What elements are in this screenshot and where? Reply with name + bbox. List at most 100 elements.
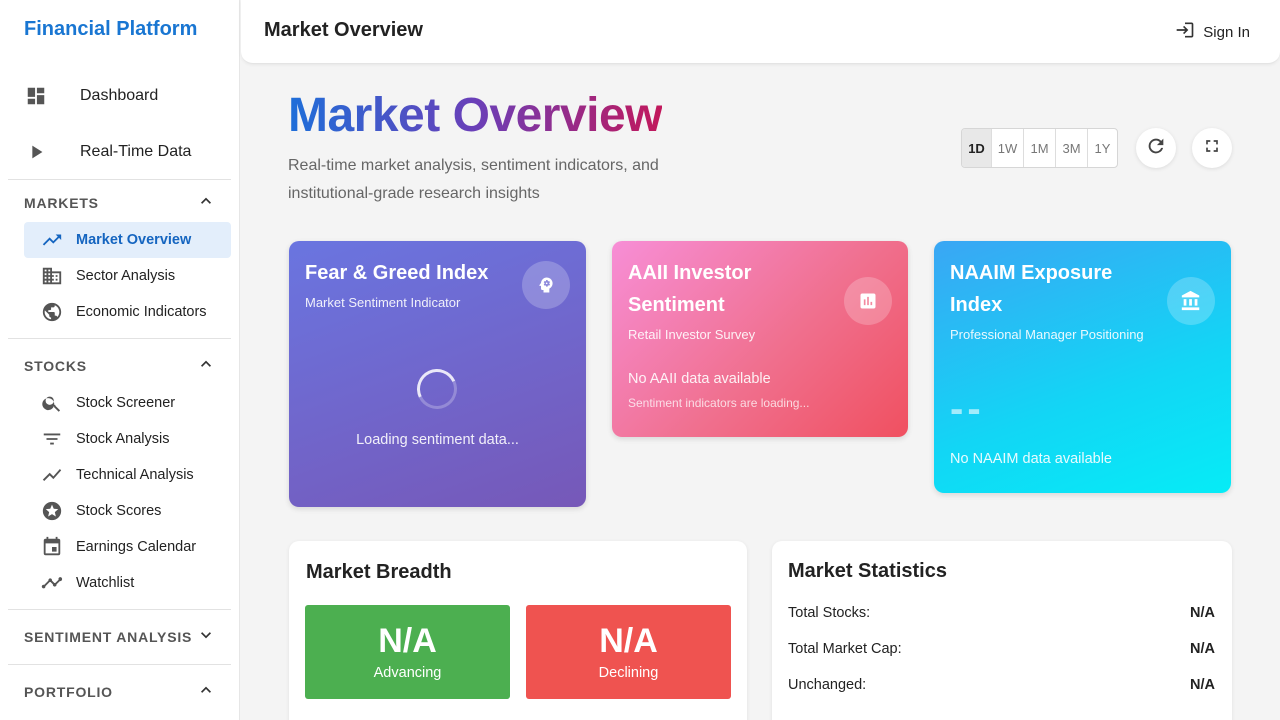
bar-chart-icon xyxy=(844,277,892,325)
sidebar-item-label: Watchlist xyxy=(76,575,135,591)
filter-list-icon xyxy=(40,427,64,451)
psychology-icon xyxy=(522,261,570,309)
stat-value: N/A xyxy=(1190,677,1215,693)
stat-row: Unchanged: N/A xyxy=(788,677,1215,693)
section-markets-toggle[interactable]: MARKETS xyxy=(24,189,216,217)
sidebar: Financial Platform Dashboard Real-Time D… xyxy=(0,0,240,720)
sidebar-item-label: Technical Analysis xyxy=(76,467,194,483)
sidebar-item-economic-indicators[interactable]: Economic Indicators xyxy=(24,294,231,330)
stat-value: N/A xyxy=(1190,605,1215,621)
sidebar-item-label: Stock Scores xyxy=(76,503,162,519)
chevron-up-icon xyxy=(196,354,216,379)
section-title: MARKETS xyxy=(24,195,99,211)
section-sentiment-toggle[interactable]: SENTIMENT ANALYSIS xyxy=(24,623,216,651)
sidebar-item-stock-analysis[interactable]: Stock Analysis xyxy=(24,421,231,457)
market-breadth-panel: Market Breadth N/A Advancing N/A Declini… xyxy=(289,541,747,720)
star-circle-icon xyxy=(40,499,64,523)
naaim-value: -- xyxy=(950,387,985,431)
top-app-bar: Market Overview Sign In xyxy=(241,0,1280,64)
sign-in-button[interactable]: Sign In xyxy=(1175,20,1250,44)
stat-label: Unchanged: xyxy=(788,677,867,693)
fullscreen-button[interactable] xyxy=(1192,128,1232,168)
dashboard-icon xyxy=(24,84,48,108)
section-portfolio-toggle[interactable]: PORTFOLIO xyxy=(24,678,216,706)
declining-value: N/A xyxy=(599,622,658,660)
range-button-1w[interactable]: 1W xyxy=(992,129,1024,167)
calendar-icon xyxy=(40,535,64,559)
loading-text: Loading sentiment data... xyxy=(356,432,519,448)
card-title: NAAIM Exposure Index xyxy=(950,262,1113,316)
declining-label: Declining xyxy=(598,665,659,681)
sidebar-item-market-overview[interactable]: Market Overview xyxy=(24,222,231,258)
nav-item-label: Real-Time Data xyxy=(80,143,192,160)
range-button-1y[interactable]: 1Y xyxy=(1088,129,1117,167)
login-icon xyxy=(1175,20,1195,44)
section-title: SENTIMENT ANALYSIS xyxy=(24,629,193,645)
show-chart-icon xyxy=(40,463,64,487)
sidebar-item-label: Economic Indicators xyxy=(76,304,207,320)
bank-icon xyxy=(1167,277,1215,325)
globe-icon xyxy=(40,300,64,324)
chevron-down-icon xyxy=(196,625,216,650)
sidebar-item-stock-scores[interactable]: Stock Scores xyxy=(24,493,231,529)
building-icon xyxy=(40,264,64,288)
divider xyxy=(8,609,231,610)
panel-title: Market Statistics xyxy=(788,560,947,582)
advancing-value: N/A xyxy=(378,622,437,660)
brand-logo[interactable]: Financial Platform xyxy=(24,18,197,41)
sidebar-item-watchlist[interactable]: Watchlist xyxy=(24,565,231,601)
stat-value: N/A xyxy=(1190,641,1215,657)
divider xyxy=(8,664,231,665)
sidebar-item-label: Earnings Calendar xyxy=(76,539,197,555)
trending-up-icon xyxy=(40,228,64,252)
chevron-up-icon xyxy=(196,191,216,216)
stat-label: Total Market Cap: xyxy=(788,641,902,657)
divider xyxy=(8,338,231,339)
aaii-sentiment-card: AAII Investor Sentiment Retail Investor … xyxy=(612,241,908,437)
sidebar-item-sector-analysis[interactable]: Sector Analysis xyxy=(24,258,231,294)
card-subtitle: Retail Investor Survey xyxy=(628,327,756,342)
empty-state-text: No AAII data available xyxy=(628,371,771,387)
main-nav: Dashboard Real-Time Data xyxy=(0,68,239,180)
market-statistics-panel: Market Statistics Total Stocks: N/A Tota… xyxy=(772,541,1232,720)
loading-note: Sentiment indicators are loading... xyxy=(628,396,810,410)
fear-greed-card: Fear & Greed Index Market Sentiment Indi… xyxy=(289,241,586,507)
card-title: Fear & Greed Index xyxy=(305,262,489,284)
nav-item-dashboard[interactable]: Dashboard xyxy=(0,68,239,124)
time-range-toggle: 1D 1W 1M 3M 1Y xyxy=(961,128,1118,168)
sidebar-item-stock-screener[interactable]: Stock Screener xyxy=(24,385,231,421)
advancing-tile: N/A Advancing xyxy=(305,605,510,699)
fullscreen-icon xyxy=(1202,136,1222,161)
nav-item-label: Dashboard xyxy=(80,87,159,104)
sidebar-item-label: Stock Analysis xyxy=(76,431,170,447)
nav-item-realtime[interactable]: Real-Time Data xyxy=(0,124,239,180)
stat-row: Total Market Cap: N/A xyxy=(788,641,1215,657)
card-subtitle: Market Sentiment Indicator xyxy=(305,295,461,310)
loading-spinner xyxy=(411,363,463,415)
divider xyxy=(8,179,231,180)
sidebar-item-technical-analysis[interactable]: Technical Analysis xyxy=(24,457,231,493)
declining-tile: N/A Declining xyxy=(526,605,731,699)
empty-state-text: No NAAIM data available xyxy=(950,451,1112,467)
range-button-3m[interactable]: 3M xyxy=(1056,129,1088,167)
search-icon xyxy=(40,391,64,415)
panel-title: Market Breadth xyxy=(306,561,452,583)
section-title: STOCKS xyxy=(24,358,87,374)
hero-subtitle: Real-time market analysis, sentiment ind… xyxy=(288,157,659,202)
card-subtitle: Professional Manager Positioning xyxy=(950,327,1144,342)
refresh-icon xyxy=(1145,135,1167,162)
section-stocks-toggle[interactable]: STOCKS xyxy=(24,352,216,380)
sign-in-label: Sign In xyxy=(1203,23,1250,41)
refresh-button[interactable] xyxy=(1136,128,1176,168)
timeline-icon xyxy=(40,571,64,595)
card-title: AAII Investor Sentiment xyxy=(628,262,752,316)
sidebar-item-label: Market Overview xyxy=(76,232,192,248)
advancing-label: Advancing xyxy=(373,665,442,681)
range-button-1m[interactable]: 1M xyxy=(1024,129,1056,167)
chevron-up-icon xyxy=(196,680,216,705)
range-button-1d[interactable]: 1D xyxy=(962,129,992,167)
stat-label: Total Stocks: xyxy=(788,605,871,621)
sidebar-item-label: Sector Analysis xyxy=(76,268,176,284)
section-title: PORTFOLIO xyxy=(24,684,113,700)
sidebar-item-earnings-calendar[interactable]: Earnings Calendar xyxy=(24,529,231,565)
